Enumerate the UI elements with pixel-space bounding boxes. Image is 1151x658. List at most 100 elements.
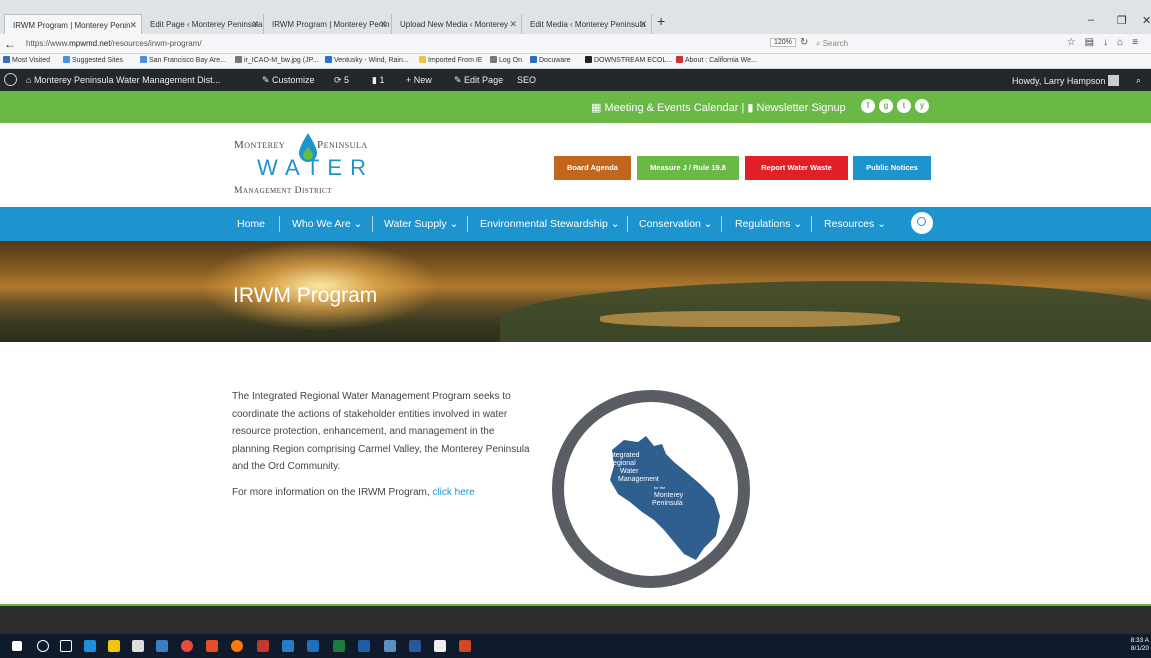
- back-arrow-icon[interactable]: ←: [4, 37, 16, 51]
- nav-divider: [627, 216, 628, 232]
- bookmark-item[interactable]: ir_ICAO-M_bw.jpg (JP...: [235, 56, 318, 64]
- search-placeholder: Search: [822, 39, 849, 48]
- youtube-icon[interactable]: y: [915, 99, 929, 113]
- browser-tab[interactable]: IRWM Program | Monterey Penin ✕: [264, 14, 392, 34]
- more-info-text: For more information on the IRWM Program…: [232, 487, 475, 498]
- admin-site-link[interactable]: ⌂ Monterey Peninsula Water Management Di…: [26, 75, 220, 85]
- document-icon: ▮: [747, 102, 754, 114]
- nav-item-home[interactable]: Home: [237, 218, 265, 230]
- app-icon[interactable]: [384, 640, 396, 652]
- admin-seo-link[interactable]: SEO: [517, 75, 536, 85]
- toolbar-icons[interactable]: ☆▤↓⌂≡: [1067, 37, 1147, 48]
- nav-item-environmental-stewardship[interactable]: Environmental Stewardship ⌄: [480, 218, 620, 230]
- bookmark-item[interactable]: San Francisco Bay Are...: [140, 56, 226, 64]
- intro-paragraph: The Integrated Regional Water Management…: [232, 391, 530, 472]
- new-tab-icon[interactable]: +: [657, 13, 665, 29]
- close-tab-icon[interactable]: ✕: [509, 19, 517, 30]
- report-water-waste-button[interactable]: Report Water Waste: [745, 156, 848, 180]
- search-icon[interactable]: [911, 212, 933, 234]
- browser-tab[interactable]: Edit Page ‹ Monterey Peninsula ✕: [142, 14, 264, 34]
- bookmark-item[interactable]: Suggested Sites: [63, 56, 123, 64]
- measure-j-button[interactable]: Measure J / Rule 19.8: [637, 156, 739, 180]
- photoshop-icon[interactable]: [358, 640, 370, 652]
- bookmark-icon: [490, 56, 497, 63]
- system-clock[interactable]: 8:33 A 8/1/20: [1131, 637, 1149, 653]
- close-tab-icon[interactable]: ✕: [379, 19, 387, 30]
- close-tab-icon[interactable]: ✕: [129, 20, 137, 31]
- search-icon[interactable]: [37, 640, 49, 652]
- facebook-icon[interactable]: f: [861, 99, 875, 113]
- clock-time: 8:33 A: [1130, 637, 1149, 644]
- browser-tab[interactable]: Upload New Media ‹ Monterey ✕: [392, 14, 522, 34]
- chrome-icon[interactable]: [181, 640, 193, 652]
- site-logo[interactable]: Monterey Peninsula WATER Management Dist…: [231, 133, 391, 203]
- nav-item-resources[interactable]: Resources ⌄: [824, 218, 886, 230]
- bookmark-icon: [530, 56, 537, 63]
- admin-customize-link[interactable]: ✎ Customize: [262, 75, 315, 86]
- nav-item-who-we-are[interactable]: Who We Are ⌄: [292, 218, 362, 230]
- public-notices-button[interactable]: Public Notices: [853, 156, 931, 180]
- word-icon[interactable]: [409, 640, 421, 652]
- browser-tab[interactable]: Edit Media ‹ Monterey Peninsula ✕: [522, 14, 652, 34]
- bookmark-item[interactable]: Log On: [490, 56, 522, 64]
- close-tab-icon[interactable]: ✕: [639, 19, 647, 30]
- admin-comments-link[interactable]: ▮ 1: [372, 75, 384, 86]
- nav-divider: [721, 216, 722, 232]
- acrobat-icon[interactable]: [257, 640, 269, 652]
- bookmark-item[interactable]: Ventusky - Wind, Rain...: [325, 56, 409, 64]
- browser-tab[interactable]: IRWM Program | Monterey Penin ✕: [4, 14, 142, 34]
- filezilla-icon[interactable]: [206, 640, 218, 652]
- app-icon[interactable]: [282, 640, 294, 652]
- howdy-label: Howdy, Larry Hampson: [1012, 76, 1106, 86]
- wordpress-logo-icon[interactable]: [4, 73, 17, 86]
- nav-item-water-supply[interactable]: Water Supply ⌄: [384, 218, 458, 230]
- admin-updates-link[interactable]: ⟳ 5: [334, 75, 349, 86]
- firefox-icon[interactable]: [231, 640, 243, 652]
- excel-icon[interactable]: [333, 640, 345, 652]
- bookmark-item[interactable]: Most Visited: [3, 56, 50, 64]
- bookmarks-bar: Most Visited Suggested Sites San Francis…: [0, 54, 1151, 69]
- windows-start-icon[interactable]: [12, 641, 22, 651]
- app-icon[interactable]: [156, 640, 168, 652]
- calendar-link[interactable]: Meeting & Events Calendar: [604, 102, 738, 114]
- powerpoint-icon[interactable]: [459, 640, 471, 652]
- nav-item-regulations[interactable]: Regulations ⌄: [735, 218, 802, 230]
- file-explorer-icon[interactable]: [108, 640, 120, 652]
- task-view-icon[interactable]: [60, 640, 72, 652]
- close-tab-icon[interactable]: ✕: [251, 19, 259, 30]
- restore-icon[interactable]: ❐: [1117, 14, 1127, 27]
- bookmark-item[interactable]: Docuware: [530, 56, 571, 64]
- admin-new-link[interactable]: + New: [406, 75, 432, 85]
- page-title: IRWM Program: [233, 284, 378, 307]
- click-here-link[interactable]: click here: [432, 487, 474, 498]
- bookmark-item[interactable]: Imported From IE: [419, 56, 482, 64]
- logo-text-monterey: Monterey: [234, 139, 286, 151]
- admin-edit-page-link[interactable]: ✎ Edit Page: [454, 75, 503, 86]
- reload-icon[interactable]: ↻: [800, 37, 808, 48]
- browser-tab-strip: IRWM Program | Monterey Penin ✕ Edit Page…: [0, 0, 1151, 34]
- edge-icon[interactable]: [84, 640, 96, 652]
- bookmark-item[interactable]: DOWNSTREAM ECOL...: [585, 56, 672, 64]
- nav-item-conservation[interactable]: Conservation ⌄: [639, 218, 713, 230]
- browser-search-input[interactable]: ⌕ Search: [812, 37, 1042, 51]
- nav-divider: [811, 216, 812, 232]
- chevron-down-icon: ⌄: [793, 218, 803, 230]
- store-icon[interactable]: [132, 640, 144, 652]
- close-window-icon[interactable]: ✕: [1142, 14, 1151, 27]
- more-info-prefix: For more information on the IRWM Program…: [232, 487, 433, 498]
- admin-search-icon[interactable]: ⌕: [1136, 75, 1141, 86]
- newsletter-link[interactable]: Newsletter Signup: [757, 102, 846, 114]
- admin-account-link[interactable]: Howdy, Larry Hampson: [1012, 75, 1120, 86]
- comments-count: 1: [379, 75, 385, 85]
- notepad-icon[interactable]: [434, 640, 446, 652]
- google-plus-icon[interactable]: g: [879, 99, 893, 113]
- nav-label: Regulations: [735, 218, 791, 230]
- twitter-icon[interactable]: t: [897, 99, 911, 113]
- tab-label: IRWM Program | Monterey Penin: [13, 21, 131, 30]
- board-agenda-button[interactable]: Board Agenda: [554, 156, 631, 180]
- minimize-icon[interactable]: –: [1088, 14, 1094, 26]
- outlook-icon[interactable]: [307, 640, 319, 652]
- bookmark-item[interactable]: About : California We...: [676, 56, 757, 64]
- url-bar[interactable]: https://www.mpwmd.net/resources/irwm-pro…: [22, 37, 762, 51]
- zoom-level[interactable]: 120%: [770, 38, 796, 47]
